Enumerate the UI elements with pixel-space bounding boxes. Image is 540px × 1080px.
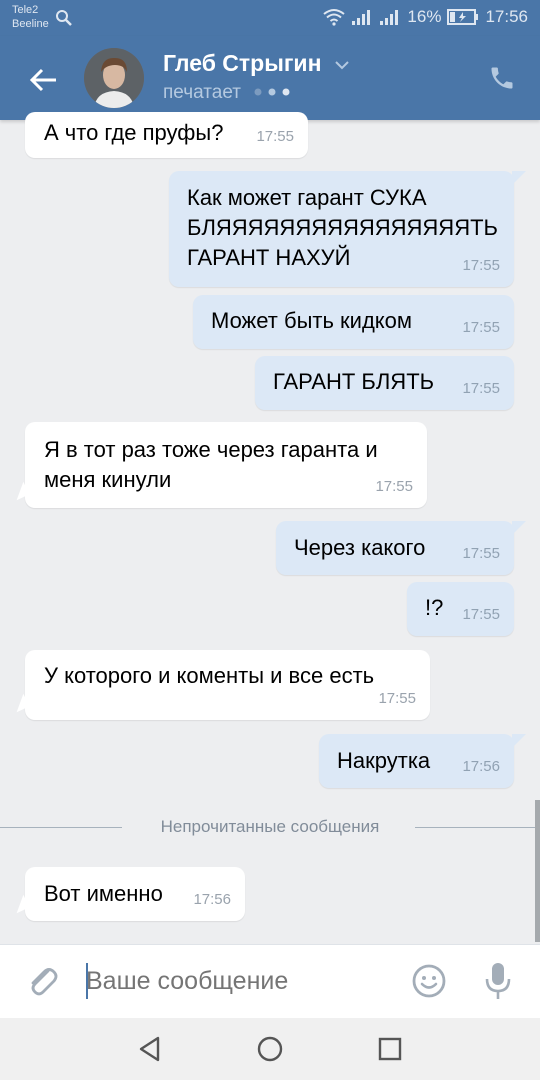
emoji-icon[interactable] [411,963,447,999]
phone-call-icon[interactable] [488,64,516,92]
avatar[interactable] [84,48,144,108]
paperclip-icon[interactable] [24,963,60,999]
system-navigation-bar [0,1018,540,1080]
message-bubble-outgoing[interactable]: Накрутка 17:56 [319,734,526,788]
message-bubble-incoming[interactable]: А что где пруфы? 17:55 [25,112,308,158]
chat-header: Глеб Стрыгин печатает [0,36,540,120]
status-bar: Tele2 Beeline 16% 17:56 [0,0,540,36]
nav-home-icon[interactable] [256,1035,284,1063]
message-bubble-outgoing[interactable]: Через какого 17:55 [276,521,526,575]
typing-status: печатает [163,82,296,104]
message-time: 17:55 [462,319,500,336]
carrier-1: Tele2 [12,4,39,16]
battery-percent: 16% [407,7,442,26]
message-bubble-outgoing[interactable]: Как может гарант СУКА БЛЯЯЯЯЯЯЯЯЯЯЯЯЯЯЯЯ… [169,171,526,287]
signal-icon [352,10,371,25]
message-time: 17:55 [462,606,500,623]
battery-charging-icon [447,9,479,25]
message-time: 17:56 [462,758,500,775]
divider-line [415,827,540,828]
bubble-tail [10,693,30,713]
message-input[interactable] [84,959,396,1003]
message-time: 17:55 [462,380,500,397]
message-time: 17:55 [256,128,294,145]
chevron-down-icon[interactable] [334,59,350,71]
message-bubble-outgoing[interactable]: ГАРАНТ БЛЯТЬ 17:55 [255,356,514,410]
bubble-tail [512,171,526,185]
message-bubble-incoming[interactable]: Я в тот раз тоже через гаранта и меня ки… [10,422,427,508]
contact-name[interactable]: Глеб Стрыгин [163,50,350,77]
message-time: 17:55 [375,478,413,495]
microphone-icon[interactable] [482,961,514,1001]
message-bubble-outgoing[interactable]: Может быть кидком 17:55 [193,295,514,349]
message-time: 17:55 [462,545,500,562]
bubble-tail [10,481,30,501]
signal-icon-2 [380,10,399,25]
unread-divider: Непрочитанные сообщения [0,815,540,839]
message-time: 17:56 [193,891,231,908]
wifi-icon [323,9,346,26]
message-bubble-incoming[interactable]: Вот именно 17:56 [10,867,245,921]
message-time: 17:55 [378,690,416,707]
carrier-2: Beeline [12,18,49,30]
status-time: 17:56 [485,7,528,26]
scrollbar[interactable] [535,800,540,942]
back-arrow-icon[interactable] [24,60,64,100]
bubble-tail [10,894,30,914]
carrier-info: Tele2 Beeline [12,3,49,31]
nav-back-icon[interactable] [136,1035,164,1063]
nav-recents-icon[interactable] [377,1036,403,1062]
message-time: 17:55 [462,257,500,274]
message-bubble-incoming[interactable]: У которого и коменты и все есть 17:55 [10,650,430,720]
typing-dots-icon [254,88,290,96]
message-composer [0,944,540,1019]
bubble-tail [512,734,526,748]
message-bubble-outgoing[interactable]: !? 17:55 [407,582,514,636]
bubble-tail [512,521,526,535]
search-icon [56,10,72,26]
